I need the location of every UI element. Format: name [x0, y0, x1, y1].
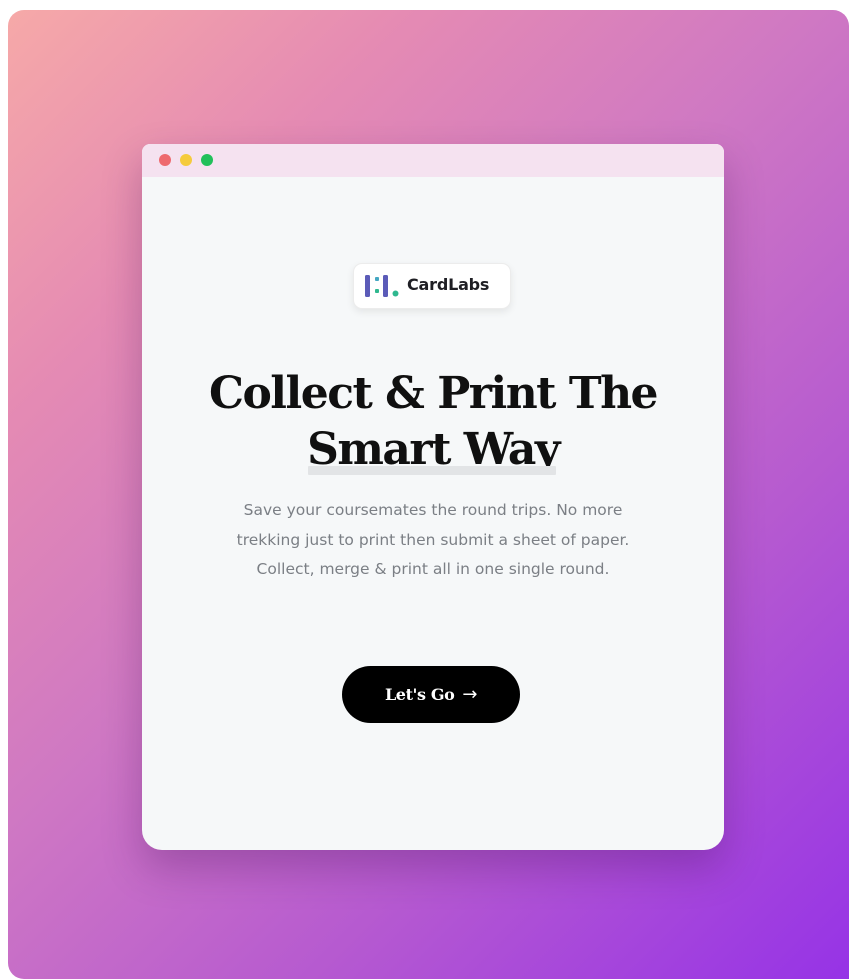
headline-line-1: Collect & Print The [208, 368, 659, 419]
cta-label: Let's Go [384, 685, 455, 704]
brand-logo-badge[interactable]: CardLabs [353, 263, 511, 309]
hero-headline: Collect & Print The Smart Way [172, 366, 694, 478]
cardlabs-logo-icon [365, 275, 399, 297]
window-close-dot[interactable] [159, 154, 171, 166]
window-titlebar [142, 144, 724, 177]
headline-underline [308, 466, 556, 475]
window-maximize-dot[interactable] [201, 154, 213, 166]
arrow-right-icon: → [462, 684, 478, 705]
hero-subtitle: Save your coursemates the round trips. N… [236, 501, 630, 578]
window-minimize-dot[interactable] [180, 154, 192, 166]
browser-window: CardLabs Collect & Print The Smart Way Sa… [142, 144, 724, 850]
brand-name: CardLabs [407, 275, 490, 294]
lets-go-button[interactable]: Let's Go → [342, 666, 520, 723]
